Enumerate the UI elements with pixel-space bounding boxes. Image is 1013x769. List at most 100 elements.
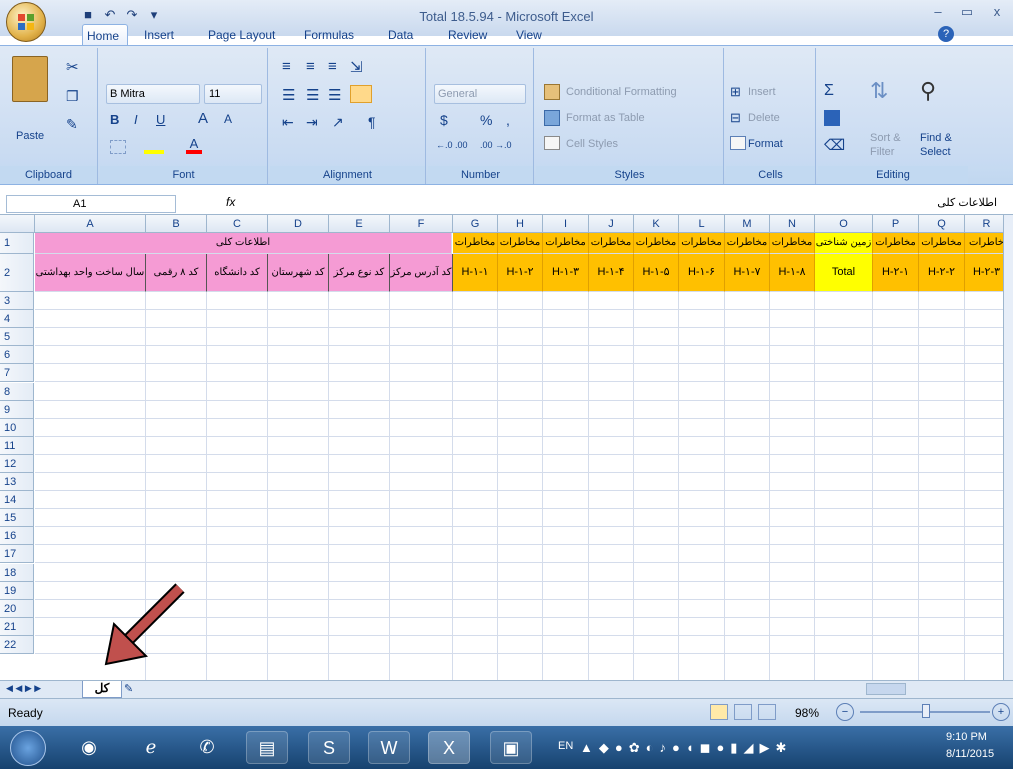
row-header-19[interactable]: 19 (0, 581, 34, 600)
tab-home[interactable]: Home (82, 24, 128, 46)
insert-sheet-icon[interactable]: ✎ (124, 682, 133, 695)
column-header-a[interactable]: A (35, 215, 146, 233)
decrease-decimal-button[interactable]: .00 →.0 (480, 140, 512, 150)
cell-r1[interactable]: خاطرات (965, 233, 1003, 254)
column-header-c[interactable]: C (207, 215, 268, 233)
row-header-5[interactable]: 5 (0, 328, 34, 347)
align-right-icon[interactable]: ☰ (328, 86, 341, 104)
conditional-formatting-button[interactable]: Conditional Formatting (566, 86, 677, 98)
cell-r2[interactable]: H-۲-۳ (965, 254, 1003, 292)
clock-time[interactable]: 9:10 PM (946, 731, 987, 743)
cell-n2[interactable]: H-۱-۸ (770, 254, 815, 292)
column-header-b[interactable]: B (146, 215, 207, 233)
column-header-q[interactable]: Q (919, 215, 965, 233)
paste-icon[interactable] (12, 56, 48, 102)
column-header-h[interactable]: H (498, 215, 543, 233)
page-layout-view-icon[interactable] (734, 704, 752, 720)
fill-icon[interactable] (824, 110, 840, 126)
cell-a1-merged[interactable]: اطلاعات کلی (35, 233, 452, 254)
decrease-indent-icon[interactable]: ⇤ (282, 114, 294, 131)
horizontal-scrollbar[interactable] (866, 683, 906, 695)
cell-q2[interactable]: H-۲-۲ (919, 254, 965, 292)
cell-m2[interactable]: H-۱-۷ (725, 254, 770, 292)
row-header-6[interactable]: 6 (0, 346, 34, 365)
row-header-8[interactable]: 8 (0, 382, 34, 401)
copy-icon[interactable]: ❐ (66, 88, 79, 105)
cell-k2[interactable]: H-۱-۵ (634, 254, 679, 292)
row-header-18[interactable]: 18 (0, 563, 34, 582)
name-box[interactable]: A1 (6, 195, 176, 213)
skype-icon[interactable]: S (308, 731, 350, 764)
cell-p1[interactable]: مخاطرات (873, 233, 919, 254)
text-direction-icon[interactable]: ¶ (368, 114, 376, 130)
row-header-7[interactable]: 7 (0, 364, 34, 383)
cut-icon[interactable]: ✂ (66, 58, 79, 76)
autosum-icon[interactable]: Σ (824, 82, 834, 100)
column-header-j[interactable]: J (589, 215, 634, 233)
row-header-9[interactable]: 9 (0, 400, 34, 419)
powerpoint-icon[interactable]: ▣ (490, 731, 532, 764)
cell-d2[interactable]: کد شهرستان (268, 254, 329, 292)
cell-l1[interactable]: مخاطرات (679, 233, 725, 254)
paste-label[interactable]: Paste (16, 130, 44, 142)
cell-l2[interactable]: H-۱-۶ (679, 254, 725, 292)
tab-view[interactable]: View (512, 24, 546, 46)
cell-m1[interactable]: مخاطرات (725, 233, 770, 254)
wrap-text-icon[interactable]: ⇲ (350, 58, 363, 76)
orientation-icon[interactable]: ↗ (332, 114, 344, 131)
zoom-in-button[interactable]: + (992, 703, 1010, 721)
font-color-icon[interactable]: A (186, 136, 202, 154)
column-header-l[interactable]: L (679, 215, 725, 233)
cell-g1[interactable]: مخاطرات (453, 233, 498, 254)
formula-input[interactable]: اطلاعات کلی (937, 196, 997, 209)
cell-f2[interactable]: کد آدرس مرکز (390, 254, 453, 292)
row-header-4[interactable]: 4 (0, 310, 34, 329)
row-header-13[interactable]: 13 (0, 473, 34, 492)
language-indicator[interactable]: EN (558, 740, 573, 752)
cell-a2[interactable]: سال ساخت واحد بهداشتی (35, 254, 146, 292)
column-header-n[interactable]: N (770, 215, 815, 233)
column-header-r[interactable]: R (965, 215, 1003, 233)
start-button[interactable] (10, 730, 46, 766)
chrome-icon[interactable]: ◉ (68, 731, 110, 764)
bold-button[interactable]: B (110, 112, 119, 127)
tab-data[interactable]: Data (384, 24, 417, 46)
cell-o2[interactable]: Total (815, 254, 873, 292)
row-header-16[interactable]: 16 (0, 527, 34, 546)
insert-function-icon[interactable]: fx (226, 195, 235, 209)
file-explorer-icon[interactable]: ▤ (246, 731, 288, 764)
cell-b2[interactable]: کد ۸ رقمی (146, 254, 207, 292)
restore-button[interactable]: ▭ (954, 4, 980, 24)
word-icon[interactable]: W (368, 731, 410, 764)
align-bottom-icon[interactable]: ≡ (328, 58, 337, 75)
column-header-m[interactable]: M (725, 215, 770, 233)
format-painter-icon[interactable]: ✎ (66, 116, 78, 133)
underline-button[interactable]: U (156, 112, 165, 127)
format-as-table-button[interactable]: Format as Table (566, 112, 645, 124)
row-header-17[interactable]: 17 (0, 545, 34, 564)
help-icon[interactable]: ? (938, 26, 954, 42)
shrink-font-button[interactable]: A (224, 112, 232, 126)
row-header-12[interactable]: 12 (0, 454, 34, 473)
align-center-icon[interactable]: ☰ (306, 86, 319, 104)
cell-h1[interactable]: مخاطرات (498, 233, 543, 254)
clear-icon[interactable]: ⌫ (824, 136, 845, 154)
align-left-icon[interactable]: ☰ (282, 86, 295, 104)
currency-button[interactable]: $ (440, 112, 448, 128)
borders-icon[interactable] (110, 140, 126, 154)
font-size-select[interactable]: 11 (204, 84, 262, 104)
system-tray-icons[interactable]: ▲◆●✿◐♪●◖◼●▮◢▶✱ (580, 740, 792, 756)
tab-insert[interactable]: Insert (140, 24, 178, 46)
normal-view-icon[interactable] (710, 704, 728, 720)
column-header-g[interactable]: G (453, 215, 498, 233)
number-format-select[interactable]: General (434, 84, 526, 104)
clock-date[interactable]: 8/11/2015 (946, 748, 994, 760)
column-header-k[interactable]: K (634, 215, 679, 233)
font-name-select[interactable]: B Mitra (106, 84, 200, 104)
cell-i1[interactable]: مخاطرات (543, 233, 589, 254)
row-header-1[interactable]: 1 (0, 233, 34, 254)
cell-e2[interactable]: کد نوع مرکز (329, 254, 390, 292)
row-header-21[interactable]: 21 (0, 617, 34, 636)
row-header-10[interactable]: 10 (0, 418, 34, 437)
row-header-2[interactable]: 2 (0, 254, 34, 292)
